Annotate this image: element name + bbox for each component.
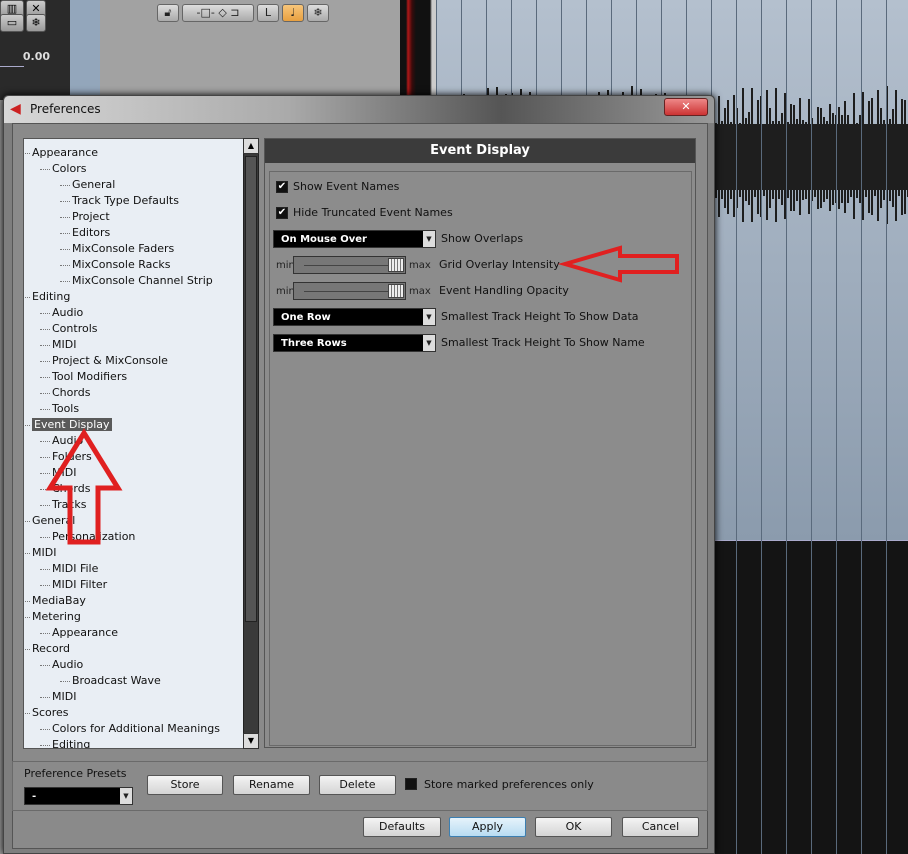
annotation-arrows	[45, 245, 679, 545]
annotation-arrow-left-icon	[557, 245, 679, 283]
annotation-arrow-up-icon	[45, 428, 123, 545]
